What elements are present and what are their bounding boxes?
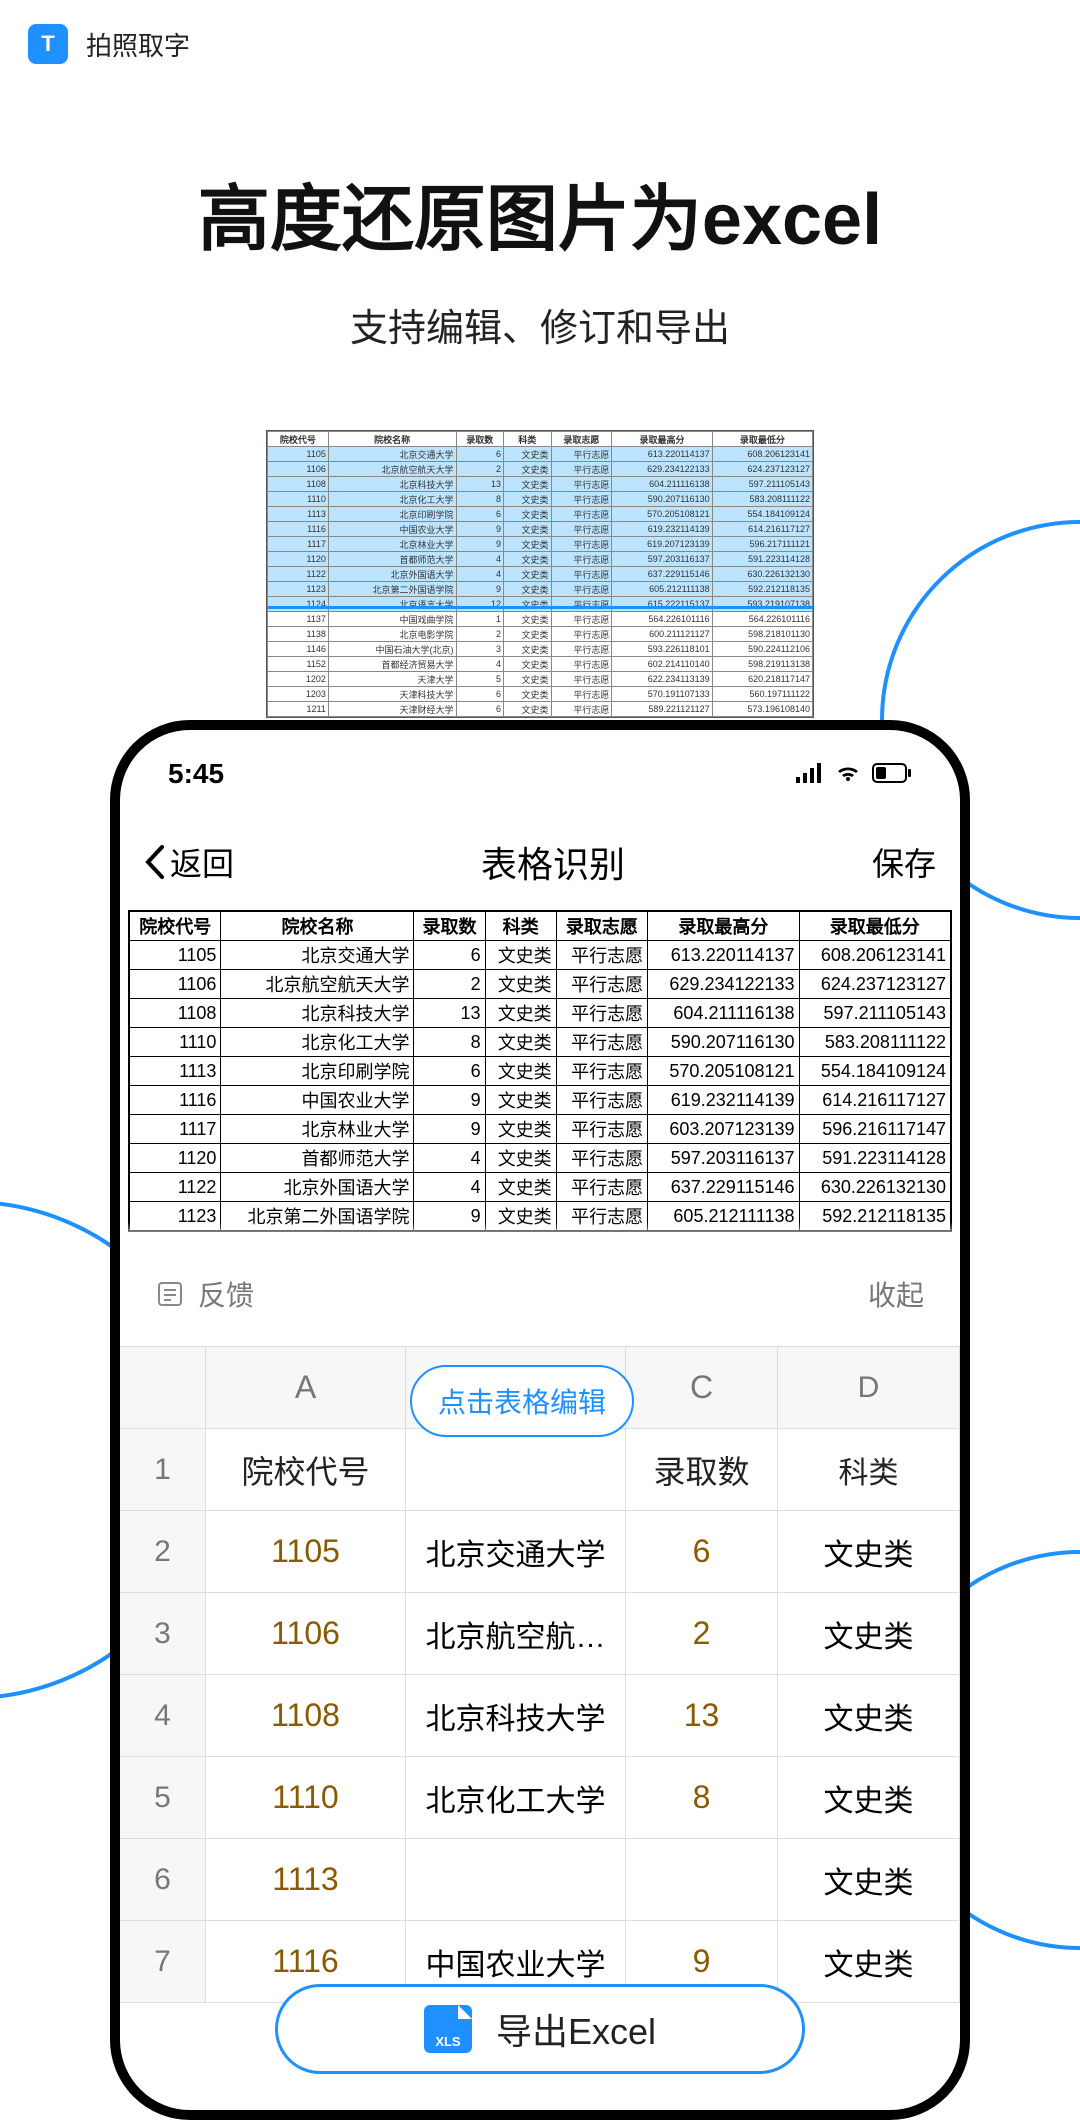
cell[interactable]: 2 xyxy=(626,1593,778,1675)
cell[interactable]: 文史类 xyxy=(778,1511,960,1593)
back-label: 返回 xyxy=(170,839,234,885)
page-title: 表格识别 xyxy=(481,836,625,888)
cell[interactable]: 13 xyxy=(626,1675,778,1757)
sheet-row: 31106北京航空航…2文史类 xyxy=(120,1593,960,1675)
cell[interactable]: 8 xyxy=(626,1757,778,1839)
scanned-table-preview: 院校代号院校名称录取数科类录取志愿录取最高分录取最低分1105北京交通大学6文史… xyxy=(266,430,814,718)
cell[interactable]: 文史类 xyxy=(778,1675,960,1757)
cell[interactable]: 文史类 xyxy=(778,1839,960,1921)
col-header[interactable]: C xyxy=(626,1347,778,1429)
cell[interactable]: 文史类 xyxy=(778,1921,960,2003)
row-header[interactable]: 1 xyxy=(120,1429,206,1511)
cell[interactable]: 北京交通大学 xyxy=(406,1511,626,1593)
cell[interactable]: 1113 xyxy=(206,1839,406,1921)
signal-icon xyxy=(796,758,824,790)
scan-line xyxy=(267,606,813,609)
cell[interactable] xyxy=(406,1839,626,1921)
wifi-icon xyxy=(834,758,862,790)
hero-title: 高度还原图片为excel xyxy=(0,160,1080,265)
chevron-left-icon xyxy=(144,845,166,879)
row-header[interactable]: 3 xyxy=(120,1593,206,1675)
col-header[interactable]: A xyxy=(206,1347,406,1429)
row-header[interactable]: 5 xyxy=(120,1757,206,1839)
cell[interactable]: 科类 xyxy=(778,1429,960,1511)
cell[interactable]: 6 xyxy=(626,1511,778,1593)
feedback-row: 反馈 收起 xyxy=(120,1242,960,1346)
export-label: 导出Excel xyxy=(496,2003,656,2055)
cell[interactable]: 1105 xyxy=(206,1511,406,1593)
status-bar: 5:45 xyxy=(120,730,960,806)
row-header[interactable]: 6 xyxy=(120,1839,206,1921)
phone-frame: 5:45 返回 表格识别 保存 院校代号院校名称录取数科类录取志愿录取最高分录取… xyxy=(110,720,970,2120)
cell[interactable]: 文史类 xyxy=(778,1593,960,1675)
feedback-button[interactable]: 反馈 xyxy=(156,1274,254,1314)
app-icon: T xyxy=(28,24,68,64)
app-header: T 拍照取字 xyxy=(0,0,1080,88)
cell[interactable]: 1106 xyxy=(206,1593,406,1675)
col-header[interactable]: D xyxy=(778,1347,960,1429)
sheet-row: 21105北京交通大学6文史类 xyxy=(120,1511,960,1593)
xls-icon: XLS xyxy=(424,2005,472,2053)
edit-tooltip: 点击表格编辑 xyxy=(410,1365,634,1437)
cell[interactable]: 北京航空航… xyxy=(406,1593,626,1675)
preview-fade xyxy=(120,1222,960,1242)
collapse-button[interactable]: 收起 xyxy=(868,1274,924,1314)
cell[interactable]: 院校代号 xyxy=(206,1429,406,1511)
status-time: 5:45 xyxy=(168,758,224,790)
cell[interactable] xyxy=(626,1839,778,1921)
feedback-icon xyxy=(156,1280,184,1308)
nav-bar: 返回 表格识别 保存 xyxy=(120,806,960,910)
back-button[interactable]: 返回 xyxy=(144,839,234,885)
app-name: 拍照取字 xyxy=(86,26,190,63)
cell[interactable]: 北京科技大学 xyxy=(406,1675,626,1757)
hero-subtitle: 支持编辑、修订和导出 xyxy=(0,297,1080,352)
spreadsheet-grid[interactable]: ABCD 1院校代号录取数科类21105北京交通大学6文史类31106北京航空航… xyxy=(120,1346,960,2003)
battery-icon xyxy=(872,758,912,790)
recognized-table-preview: 院校代号院校名称录取数科类录取志愿录取最高分录取最低分1105北京交通大学6文史… xyxy=(128,910,952,1232)
feedback-label: 反馈 xyxy=(198,1274,254,1314)
cell[interactable]: 1108 xyxy=(206,1675,406,1757)
save-button[interactable]: 保存 xyxy=(872,839,936,885)
sheet-row: 41108北京科技大学13文史类 xyxy=(120,1675,960,1757)
export-excel-button[interactable]: XLS 导出Excel xyxy=(275,1984,805,2074)
cell[interactable] xyxy=(406,1429,626,1511)
cell[interactable]: 北京化工大学 xyxy=(406,1757,626,1839)
cell[interactable]: 录取数 xyxy=(626,1429,778,1511)
row-header[interactable]: 4 xyxy=(120,1675,206,1757)
sheet-row: 1院校代号 录取数科类 xyxy=(120,1429,960,1511)
sheet-row: 51110北京化工大学8文史类 xyxy=(120,1757,960,1839)
sheet-row: 61113 文史类 xyxy=(120,1839,960,1921)
row-header[interactable]: 2 xyxy=(120,1511,206,1593)
cell[interactable]: 文史类 xyxy=(778,1757,960,1839)
row-header[interactable]: 7 xyxy=(120,1921,206,2003)
cell[interactable]: 1110 xyxy=(206,1757,406,1839)
